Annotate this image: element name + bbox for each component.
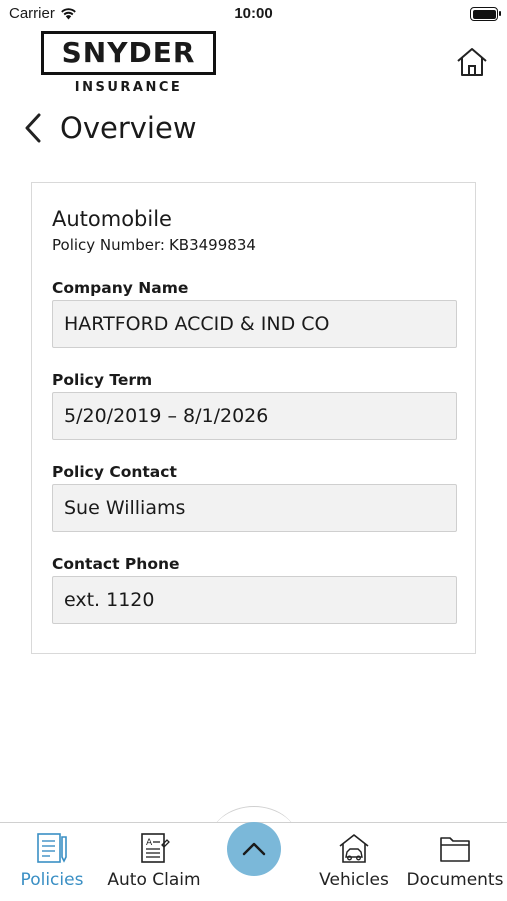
logo-subtitle: INSURANCE — [74, 80, 183, 95]
battery-icon — [470, 7, 501, 21]
logo-wordmark: SNYDER — [41, 31, 216, 75]
home-icon — [457, 48, 487, 76]
policy-term-label: Policy Term — [52, 371, 153, 389]
contact-phone-field[interactable]: ext. 1120 — [52, 576, 457, 624]
policy-number: Policy Number: KB3499834 — [52, 236, 256, 254]
tab-documents[interactable]: Documents — [405, 823, 505, 901]
expand-menu-button[interactable] — [227, 822, 281, 876]
status-time: 10:00 — [234, 5, 273, 22]
policy-card: Automobile Policy Number: KB3499834 Compa… — [31, 182, 476, 654]
vehicles-icon — [339, 834, 369, 863]
company-name-label: Company Name — [52, 279, 189, 297]
auto-claim-icon: A — [141, 833, 170, 863]
policy-number-value: KB3499834 — [168, 236, 256, 254]
page-title: Overview — [60, 111, 197, 145]
tab-auto-claim[interactable]: A Auto Claim — [106, 823, 202, 901]
chevron-left-icon — [25, 113, 41, 143]
page-header: Overview — [22, 110, 197, 146]
tab-vehicles[interactable]: Vehicles — [314, 823, 394, 901]
policies-icon — [37, 833, 67, 863]
chevron-up-icon — [242, 842, 266, 856]
policy-term-field: 5/20/2019 – 8/1/2026 — [52, 392, 457, 440]
contact-phone-label: Contact Phone — [52, 555, 180, 573]
policy-type: Automobile — [52, 207, 172, 231]
status-bar: Carrier 10:00 — [0, 0, 507, 28]
tab-policies[interactable]: Policies — [12, 823, 92, 901]
policy-contact-label: Policy Contact — [52, 463, 177, 481]
tab-documents-label: Documents — [406, 870, 504, 890]
policy-number-label: Policy Number: — [52, 236, 165, 254]
snyder-logo: SNYDER INSURANCE — [41, 31, 216, 95]
back-button[interactable] — [22, 110, 52, 146]
tab-vehicles-label: Vehicles — [319, 870, 389, 890]
tab-auto-claim-label: Auto Claim — [107, 870, 201, 890]
svg-text:A: A — [146, 838, 153, 848]
documents-icon — [440, 837, 470, 862]
company-name-field: HARTFORD ACCID & IND CO — [52, 300, 457, 348]
policy-contact-field: Sue Williams — [52, 484, 457, 532]
home-button[interactable] — [455, 46, 489, 78]
tab-policies-label: Policies — [20, 870, 84, 890]
